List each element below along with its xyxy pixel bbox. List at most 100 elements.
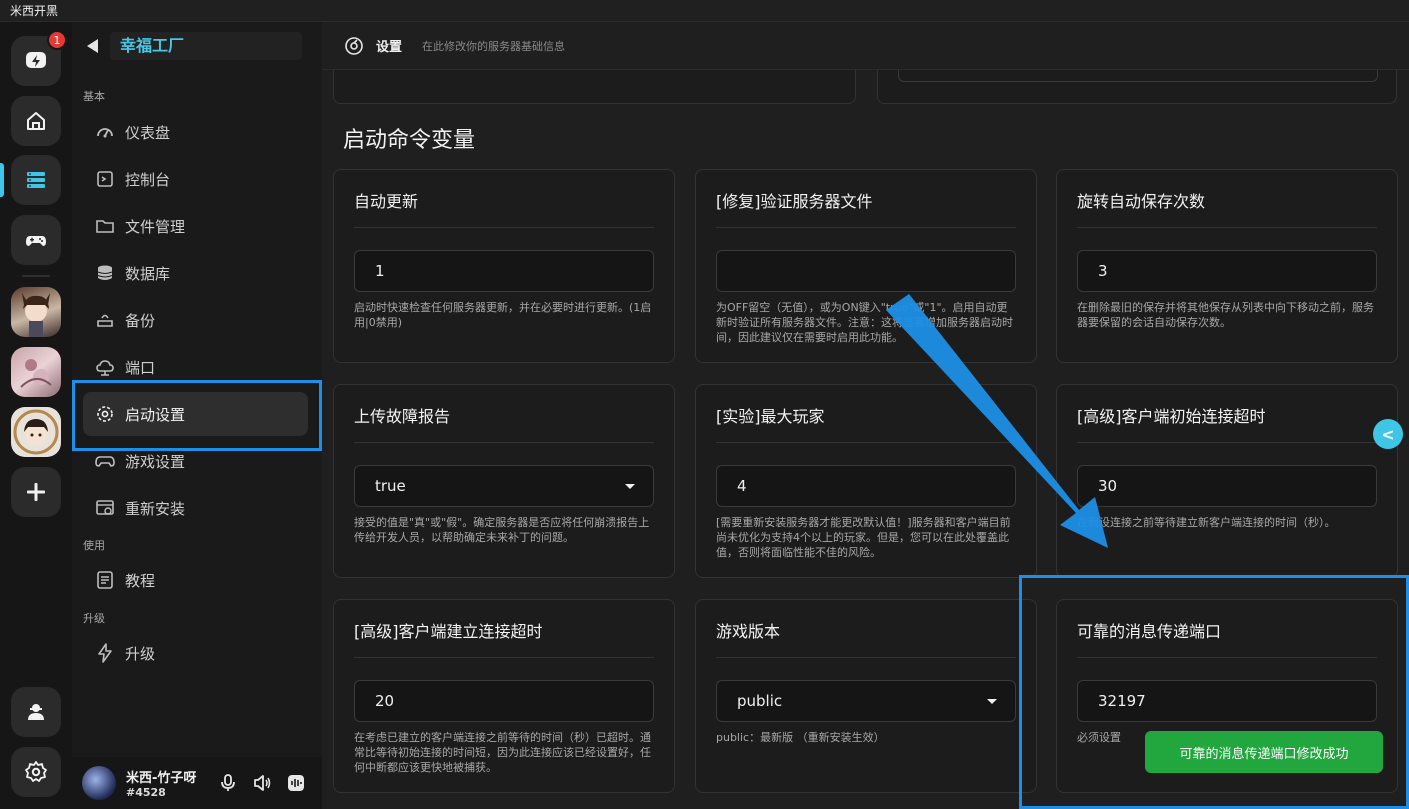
variable-card-initial-timeout: [高级]客户端初始连接超时 30 在假设连接之前等待建立新客户端连接的时间（秒）…	[1056, 384, 1398, 578]
sidebar-item-startup[interactable]: 启动设置	[83, 392, 308, 436]
card-description: [需要重新安装服务器才能更改默认值！]服务器和客户端目前尚未优化为支持4个以上的…	[716, 516, 1011, 559]
games-button[interactable]	[11, 215, 61, 265]
folder-icon	[93, 214, 117, 238]
initial-timeout-input[interactable]: 30	[1077, 465, 1377, 507]
gear-icon	[93, 402, 117, 426]
card-divider	[354, 442, 654, 443]
voice-settings-icon[interactable]	[286, 773, 306, 793]
user-icon	[28, 704, 44, 720]
gear-icon	[25, 761, 47, 782]
sidebar-item-backup[interactable]: 备份	[83, 298, 308, 342]
card-description: 在考虑已建立的客户端连接之前等待的时间（秒）已超时。通常比等待初始连接的时间短，…	[354, 731, 651, 774]
sidebar-item-label: 启动设置	[125, 405, 186, 424]
sidebar-item-upgrade[interactable]: 升级	[83, 631, 308, 675]
profile-button[interactable]	[11, 687, 61, 737]
card-title: 可靠的消息传递端口	[1077, 622, 1222, 641]
dashboard-icon	[93, 120, 117, 144]
card-description: 为OFF留空（无值），或为ON键入"true"或"1"。启用自动更新时验证所有服…	[716, 301, 1013, 344]
notification-badge: 1	[47, 30, 67, 50]
card-divider	[716, 227, 1016, 228]
sidebar-item-tutorial[interactable]: 教程	[83, 558, 308, 602]
server-rail: 1	[0, 22, 72, 809]
main-content: 设置 在此修改你的服务器基础信息 启动命令变量 自动更新 1 启动时快速检查任何…	[322, 22, 1409, 809]
home-icon	[27, 112, 45, 130]
sidebar-header: 幸福工厂	[72, 22, 322, 70]
database-icon	[93, 261, 117, 285]
settings-button[interactable]	[11, 747, 61, 797]
server-avatar-3[interactable]	[11, 407, 61, 457]
chevron-down-icon	[625, 484, 635, 489]
sidebar-item-label: 数据库	[125, 264, 171, 283]
lightning-chat-icon	[26, 52, 46, 68]
game-version-select[interactable]: public	[716, 680, 1016, 722]
established-timeout-input[interactable]: 20	[354, 680, 654, 722]
sidebar-item-label: 教程	[125, 571, 156, 590]
variable-card-max-players: [实验]最大玩家 4 [需要重新安装服务器才能更改默认值！]服务器和客户端目前尚…	[695, 384, 1037, 578]
console-icon	[93, 167, 117, 191]
server-icon	[27, 172, 45, 188]
back-arrow-icon[interactable]	[84, 37, 100, 55]
document-icon	[93, 568, 117, 592]
sidebar-item-label: 游戏设置	[125, 452, 186, 471]
section-title: 启动命令变量	[343, 128, 476, 153]
cloud-icon	[93, 355, 117, 379]
add-server-button[interactable]	[11, 467, 61, 517]
sidebar-item-label: 控制台	[125, 170, 171, 189]
active-indicator	[0, 163, 4, 197]
card-title: 旋转自动保存次数	[1077, 192, 1206, 211]
card-title: 自动更新	[354, 192, 419, 211]
max-players-input[interactable]: 4	[716, 465, 1016, 507]
variable-card-crash-report: 上传故障报告 true 接受的值是"真"或"假"。确定服务器是否应将任何崩溃报告…	[333, 384, 675, 578]
gamepad-icon	[26, 236, 46, 246]
page-title: 设置	[376, 40, 403, 55]
sidebar-item-database[interactable]: 数据库	[83, 251, 308, 295]
variable-card-game-version: 游戏版本 public public：最新版 （重新安装生效）	[695, 599, 1037, 793]
server-avatar-2[interactable]	[11, 347, 61, 397]
user-tag: #4528	[126, 786, 166, 799]
card-divider	[354, 657, 654, 658]
variable-card-auto-update: 自动更新 1 启动时快速检查任何服务器更新，并在必要时进行更新。(1启用|0禁用…	[333, 169, 675, 363]
sidebar-item-ports[interactable]: 端口	[83, 345, 308, 389]
validate-files-input[interactable]	[716, 250, 1016, 292]
gamepad-icon	[93, 449, 117, 473]
previous-input[interactable]	[898, 70, 1378, 82]
chibi-avatar-icon	[13, 409, 59, 455]
card-description: public：最新版 （重新安装生效）	[716, 731, 885, 744]
sidebar-item-files[interactable]: 文件管理	[83, 204, 308, 248]
section-label-use: 使用	[83, 539, 105, 552]
collapse-panel-button[interactable]: <	[1373, 419, 1403, 449]
card-divider	[716, 442, 1016, 443]
previous-card-left	[333, 70, 856, 104]
server-avatar-1[interactable]	[11, 287, 61, 337]
microphone-icon[interactable]	[218, 773, 238, 793]
sidebar-item-dashboard[interactable]: 仪表盘	[83, 110, 308, 154]
messaging-port-input[interactable]: 32197	[1077, 680, 1377, 722]
user-avatar[interactable]	[82, 766, 116, 800]
window-title: 米西开黑	[0, 0, 1409, 22]
card-divider	[354, 227, 654, 228]
speaker-icon[interactable]	[252, 773, 272, 793]
home-button[interactable]	[11, 96, 61, 146]
flower-art-icon	[20, 359, 52, 388]
card-title: [修复]验证服务器文件	[716, 192, 873, 211]
crash-report-select[interactable]: true	[354, 465, 654, 507]
anime-avatar-icon	[22, 293, 50, 337]
sidebar-item-reinstall[interactable]: 重新安装	[83, 486, 308, 530]
card-divider	[716, 657, 1016, 658]
sidebar-item-label: 端口	[125, 358, 156, 377]
sidebar-item-label: 文件管理	[125, 217, 186, 236]
server-name: 幸福工厂	[110, 32, 302, 60]
autosave-count-input[interactable]: 3	[1077, 250, 1377, 292]
user-name: 米西-竹子呀	[126, 771, 197, 786]
sidebar-item-game-settings[interactable]: 游戏设置	[83, 439, 308, 483]
previous-card-right	[877, 70, 1397, 104]
server-list-button[interactable]	[11, 155, 61, 205]
card-title: [实验]最大玩家	[716, 407, 825, 426]
chat-app-button[interactable]: 1	[11, 30, 67, 86]
card-divider	[1077, 442, 1377, 443]
variable-card-autosave-count: 旋转自动保存次数 3 在删除最旧的保存并将其他保存从列表中向下移动之前，服务器要…	[1056, 169, 1398, 363]
card-title: 游戏版本	[716, 622, 781, 641]
sidebar-item-console[interactable]: 控制台	[83, 157, 308, 201]
section-label-basic: 基本	[83, 90, 105, 103]
auto-update-input[interactable]: 1	[354, 250, 654, 292]
